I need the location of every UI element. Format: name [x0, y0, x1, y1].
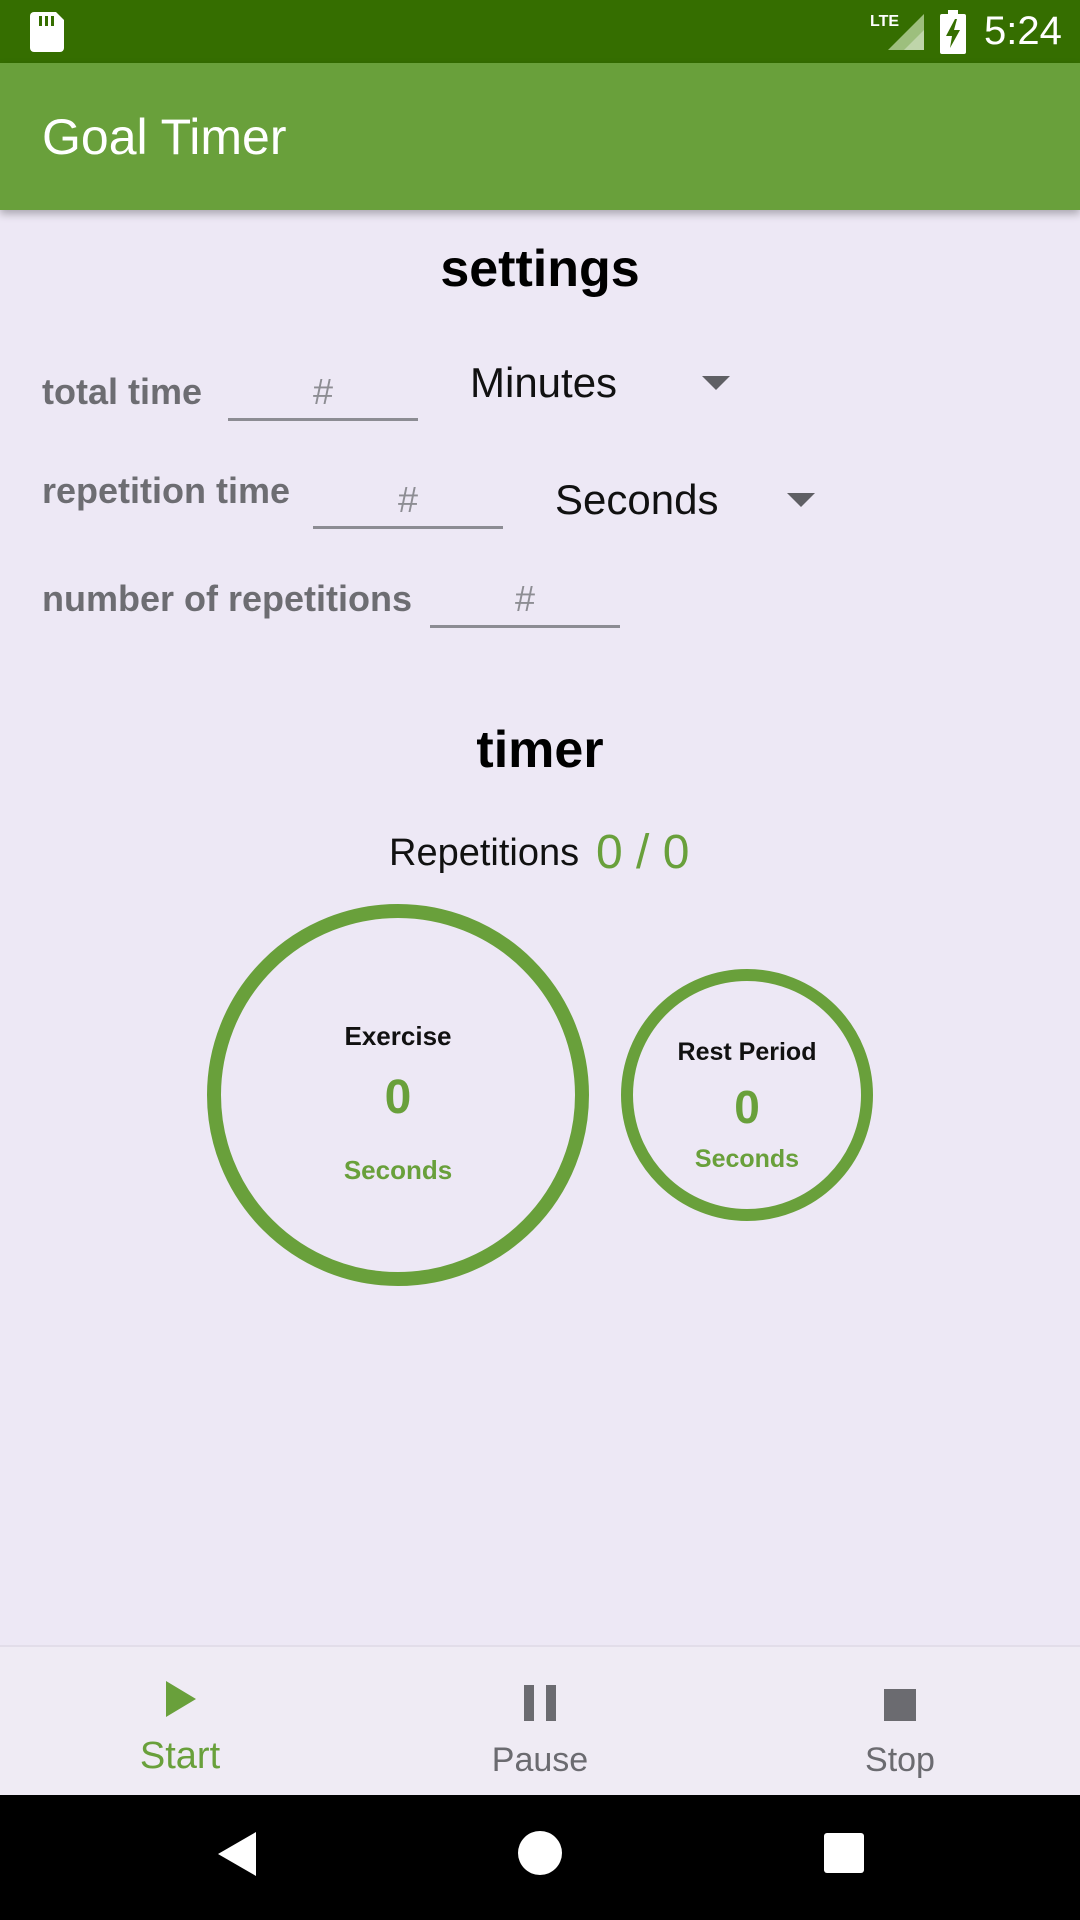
status-bar: LTE 5:24 — [0, 0, 1080, 63]
lte-signal-icon: LTE — [870, 13, 924, 50]
settings-title: settings — [440, 240, 640, 298]
exercise-title: Exercise — [344, 1021, 452, 1051]
stop-icon — [884, 1689, 916, 1721]
total-time-unit-dropdown[interactable]: Minutes — [470, 348, 740, 418]
battery-charging-icon — [940, 10, 966, 54]
nav-start-button[interactable]: Start — [0, 1647, 360, 1797]
pause-icon — [524, 1685, 556, 1721]
rest-title: Rest Period — [677, 1038, 817, 1066]
number-of-repetitions-input[interactable] — [430, 572, 620, 628]
network-type-label: LTE — [870, 13, 899, 30]
nav-stop-label: Stop — [865, 1741, 935, 1779]
total-time-input[interactable] — [228, 365, 418, 421]
dropdown-arrow-icon — [702, 376, 730, 390]
recents-icon[interactable] — [824, 1833, 864, 1873]
status-clock: 5:24 — [984, 9, 1062, 53]
system-navigation-bar — [0, 1795, 1080, 1920]
nav-pause-label: Pause — [491, 1741, 589, 1779]
repetition-time-label: repetition time — [42, 470, 291, 511]
timer-title: timer — [476, 721, 604, 779]
rest-timer-circle: Rest Period 0 Seconds — [621, 969, 873, 1221]
nav-stop-button[interactable]: Stop — [720, 1647, 1080, 1797]
exercise-value: 0 — [384, 1071, 412, 1124]
nav-start-label: Start — [139, 1735, 221, 1777]
back-icon[interactable] — [216, 1830, 258, 1878]
repetitions-count: 0 / 0 — [596, 826, 690, 879]
play-icon — [166, 1681, 196, 1717]
repetitions-label: Repetitions — [389, 832, 580, 874]
sd-card-icon — [30, 12, 64, 52]
repetition-time-input[interactable] — [313, 473, 503, 529]
exercise-timer-circle: Exercise 0 Seconds — [207, 904, 589, 1286]
home-icon[interactable] — [518, 1831, 562, 1875]
rest-unit: Seconds — [694, 1145, 800, 1173]
app-title: Goal Timer — [42, 109, 287, 165]
exercise-unit: Seconds — [343, 1155, 453, 1185]
total-time-label: total time — [42, 371, 203, 412]
total-time-unit-value: Minutes — [470, 359, 618, 406]
bottom-navigation: Start Pause Stop — [0, 1645, 1080, 1795]
dropdown-arrow-icon — [787, 493, 815, 507]
repetition-time-unit-value: Seconds — [555, 476, 719, 523]
repetition-time-unit-dropdown[interactable]: Seconds — [555, 465, 825, 535]
app-bar: Goal Timer — [0, 63, 1080, 210]
number-of-repetitions-label: number of repetitions — [42, 578, 413, 619]
rest-value: 0 — [734, 1081, 760, 1133]
nav-pause-button[interactable]: Pause — [360, 1647, 720, 1797]
